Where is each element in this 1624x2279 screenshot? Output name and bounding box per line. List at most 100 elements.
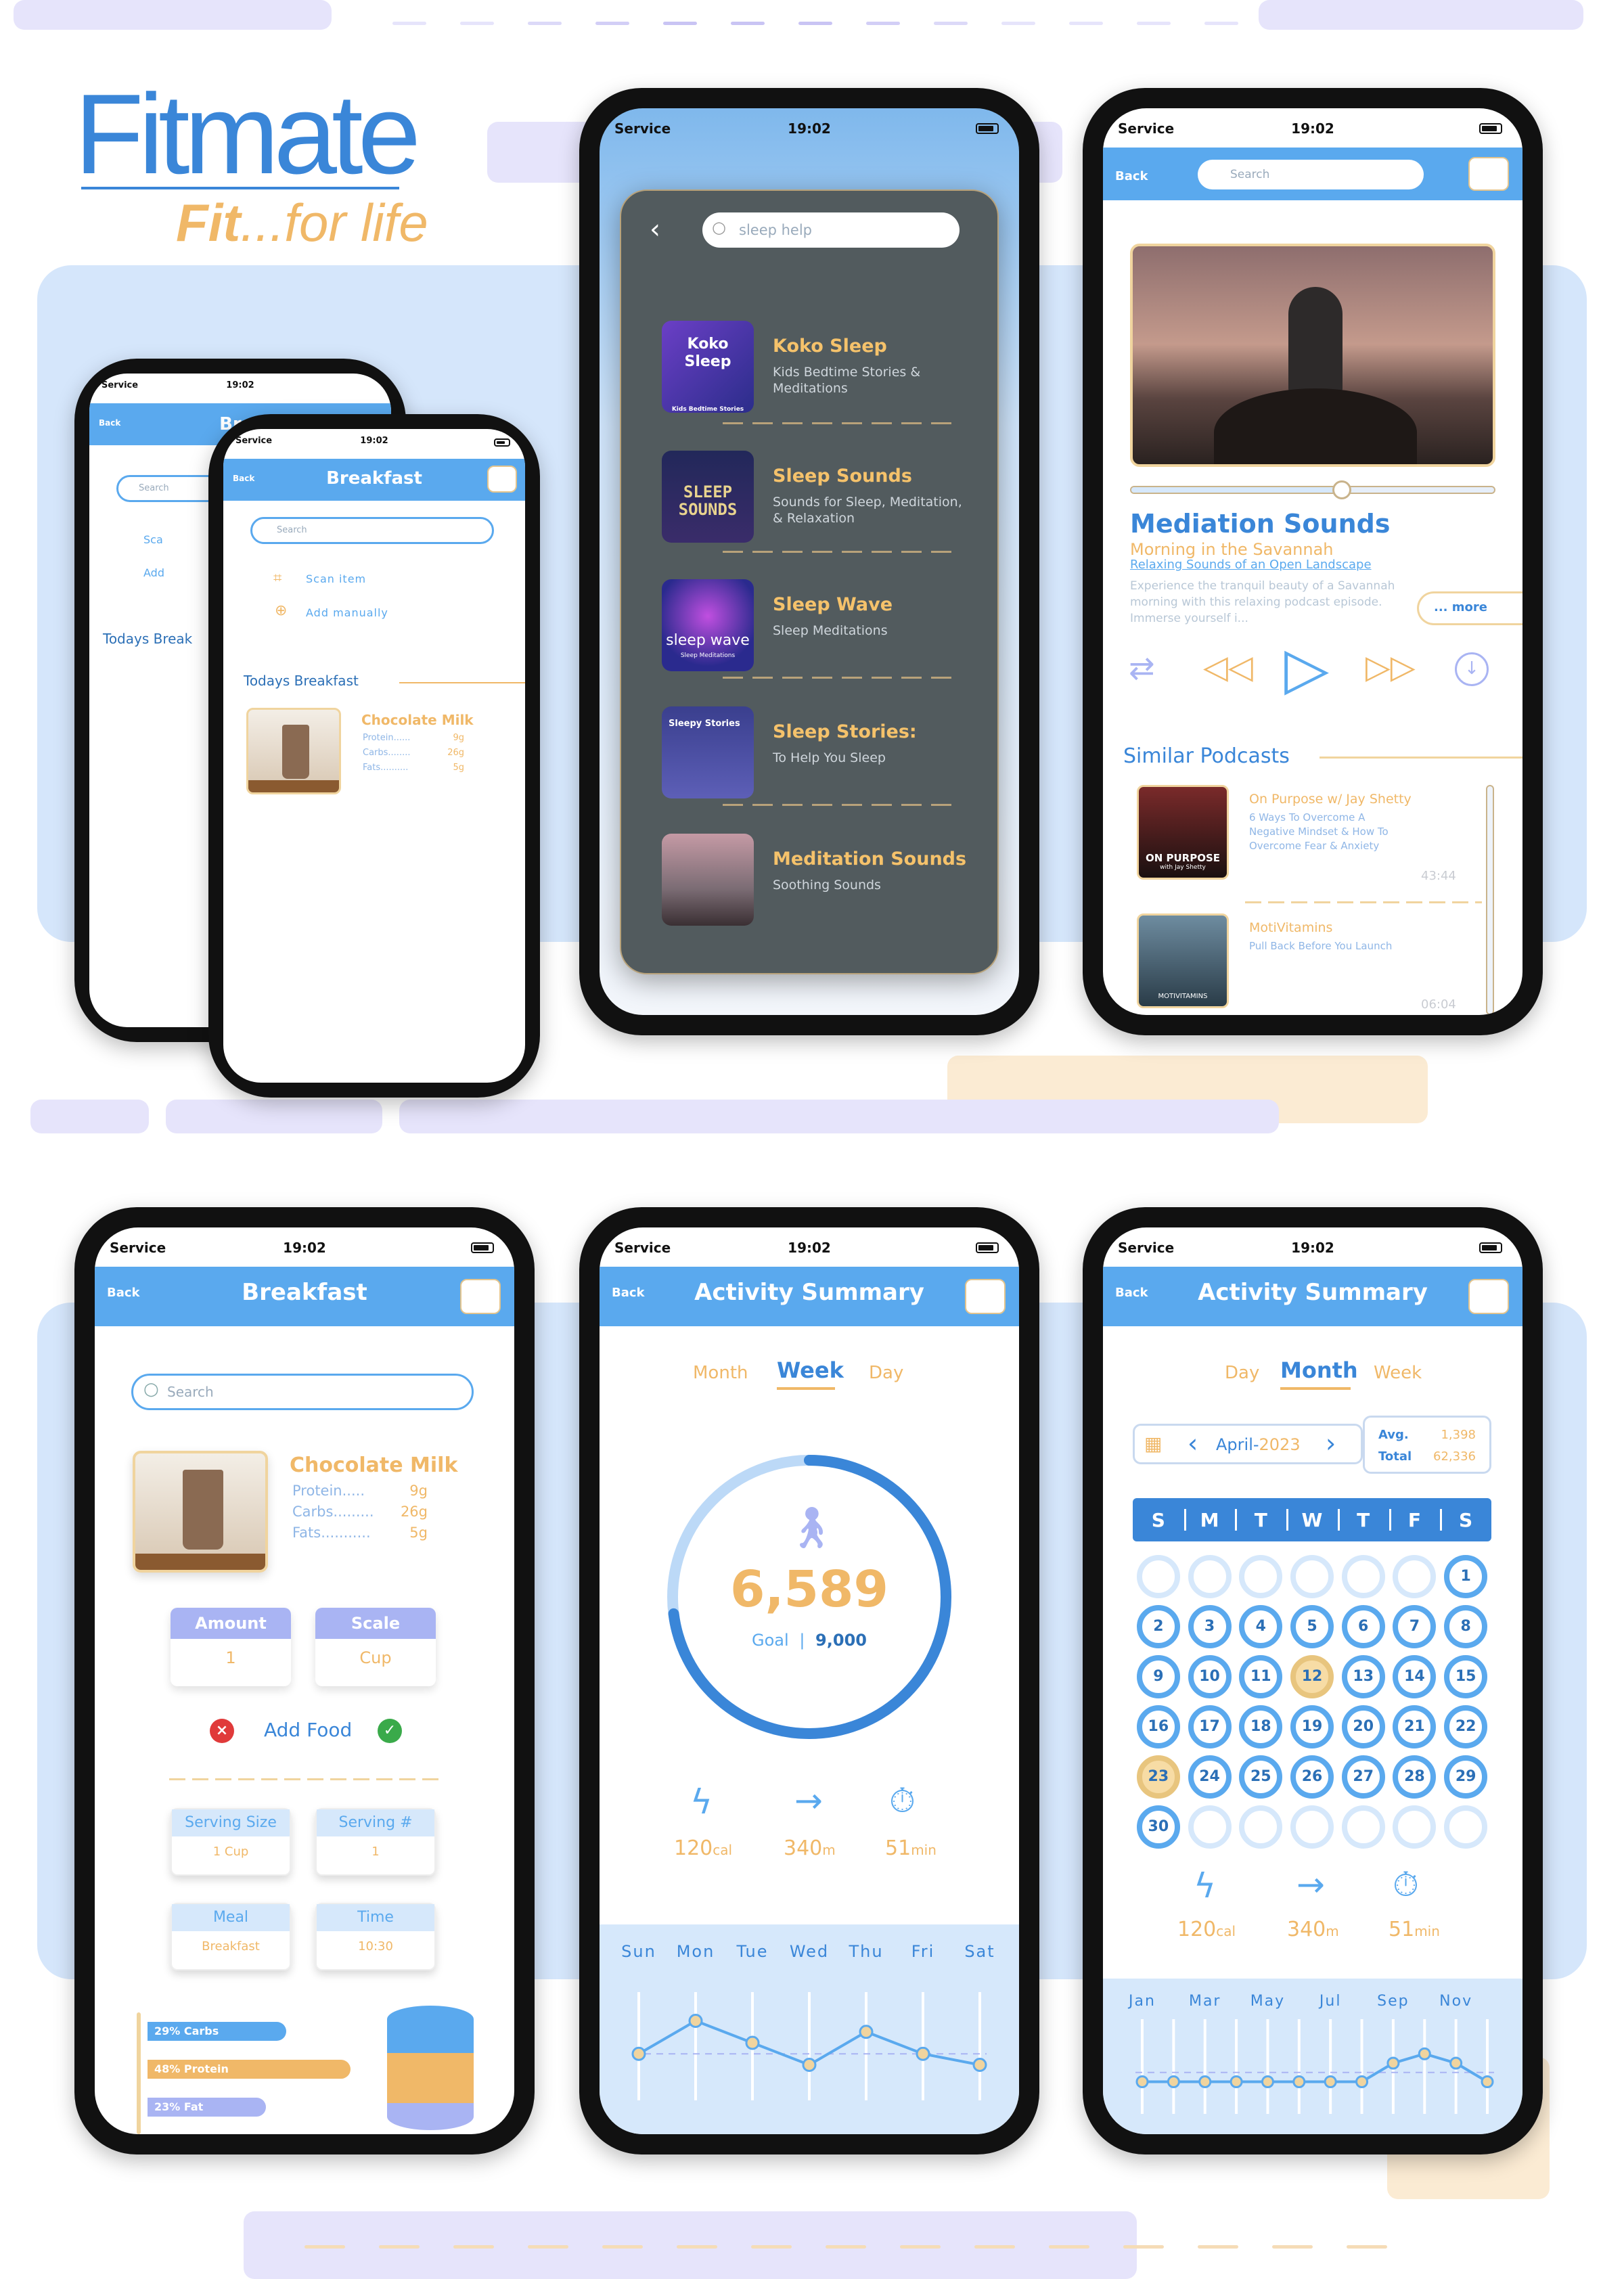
time-field[interactable]: Time 10:30 [315, 1903, 436, 1970]
food-image[interactable] [246, 708, 341, 794]
list-item-subtitle: To Help You Sleep [773, 750, 886, 765]
data-point [1292, 2075, 1306, 2088]
confirm-icon[interactable]: ✓ [378, 1719, 402, 1743]
activity-icon[interactable]: ⚐ [1468, 1279, 1509, 1314]
progress-slider[interactable] [1130, 480, 1495, 499]
list-item[interactable]: ON PURPOSE with Jay Shetty On Purpose w/ … [1137, 785, 1475, 900]
calendar-day[interactable]: 26 [1290, 1755, 1334, 1799]
tab-month[interactable]: Month [1280, 1357, 1358, 1383]
calendar-day[interactable]: 10 [1188, 1655, 1232, 1698]
back-button[interactable]: Back [99, 418, 120, 428]
list-item[interactable]: Sleepy Stories Sleep Stories: To Help Yo… [662, 698, 970, 800]
calendar-day[interactable]: 16 [1136, 1705, 1180, 1748]
scale-label: Scale [315, 1608, 436, 1639]
timer-icon: ⏱︎ [1393, 1865, 1419, 1904]
calendar-day[interactable]: 30 [1136, 1805, 1180, 1849]
calendar-day[interactable]: 28 [1393, 1755, 1437, 1799]
data-point [1324, 2075, 1337, 2088]
add-food-label[interactable]: Add Food [264, 1719, 352, 1741]
tab-month[interactable]: Month [693, 1363, 748, 1383]
list-item-subtitle: Kids Bedtime Stories & Meditations [773, 365, 921, 396]
calendar-day[interactable]: 12 [1290, 1655, 1334, 1698]
play-icon[interactable]: ▷ [1284, 635, 1329, 702]
meal-field[interactable]: Meal Breakfast [171, 1903, 291, 1970]
calendar-day[interactable]: 29 [1444, 1755, 1488, 1799]
repeat-icon[interactable]: ⇄ [1129, 650, 1155, 686]
tick-label: Jan [1127, 1993, 1156, 2010]
back-chevron-icon[interactable]: ‹ [650, 214, 660, 245]
search-input[interactable]: Search [1198, 160, 1424, 189]
activity-icon[interactable]: ⚐ [965, 1279, 1006, 1314]
status-time: 19:02 [360, 436, 388, 446]
data-point [631, 2046, 646, 2061]
distance-value: 340 [784, 1836, 823, 1860]
more-button[interactable]: ... more [1417, 591, 1522, 625]
scan-item-link[interactable]: Scan item [306, 572, 366, 585]
prev-month-icon[interactable]: ‹ [1188, 1428, 1198, 1458]
logo-underline [81, 187, 399, 189]
tab-week[interactable]: Week [777, 1357, 844, 1383]
download-icon[interactable]: ↓ [1455, 652, 1489, 686]
calendar-day[interactable]: 2 [1136, 1605, 1180, 1648]
scan-item-link[interactable]: Sca [143, 533, 163, 546]
calendar-day[interactable]: 27 [1341, 1755, 1385, 1799]
weekday-label: S [1459, 1509, 1473, 1531]
calendar-day[interactable]: 11 [1239, 1655, 1283, 1698]
tab-day[interactable]: Day [869, 1363, 903, 1383]
calendar-day[interactable]: 20 [1341, 1705, 1385, 1748]
calendar-day[interactable]: 19 [1290, 1705, 1334, 1748]
protein-label: Protein...... [363, 733, 411, 743]
goal-row: Goal | 9,000 [752, 1631, 867, 1650]
calendar-day[interactable]: 21 [1393, 1705, 1437, 1748]
calendar-day[interactable]: 25 [1239, 1755, 1283, 1799]
list-item[interactable]: Meditation Sounds Soothing Sounds [662, 826, 970, 927]
list-item[interactable]: sleep wave Sleep Meditations Sleep Wave S… [662, 571, 970, 673]
avatar-icon[interactable]: ☺ [1468, 157, 1509, 191]
calendar-day[interactable]: 5 [1290, 1605, 1334, 1648]
calendar-day[interactable]: 15 [1444, 1655, 1488, 1698]
add-manually-link[interactable]: Add [143, 566, 164, 579]
tab-week[interactable]: Week [1374, 1363, 1422, 1383]
serving-number-field[interactable]: Serving # 1 [315, 1808, 436, 1876]
list-item[interactable]: MOTIVITAMINS MotiVitamins Pull Back Befo… [1137, 913, 1475, 1015]
calendar-day[interactable]: 18 [1239, 1705, 1283, 1748]
calendar-day[interactable]: 1 [1444, 1555, 1488, 1598]
divider [723, 551, 957, 553]
calendar-day[interactable]: 6 [1341, 1605, 1385, 1648]
rewind-icon[interactable]: ◁◁ [1203, 648, 1253, 686]
calendar-day[interactable]: 22 [1444, 1705, 1488, 1748]
tab-day[interactable]: Day [1225, 1363, 1259, 1383]
list-item[interactable]: Koko Sleep Kids Bedtime Stories Koko Slee… [662, 313, 970, 414]
calendar-day[interactable]: 9 [1136, 1655, 1180, 1698]
calendar-day[interactable]: 23 [1136, 1755, 1180, 1799]
calendar-day[interactable]: 7 [1393, 1605, 1437, 1648]
calendar-day[interactable]: 4 [1239, 1605, 1283, 1648]
search-input[interactable]: Search [250, 517, 494, 544]
amount-field[interactable]: Amount 1 [171, 1608, 291, 1686]
sleep-sounds-art: SLEEP SOUNDS [662, 451, 754, 543]
scrollbar[interactable] [1486, 785, 1494, 1015]
podcast-title: On Purpose w/ Jay Shetty [1249, 792, 1412, 807]
calendar-day[interactable]: 3 [1188, 1605, 1232, 1648]
next-month-icon[interactable]: › [1326, 1428, 1336, 1458]
calendar-day[interactable]: 14 [1393, 1655, 1437, 1698]
avatar-icon[interactable]: ☺ [460, 1279, 501, 1314]
calendar-day[interactable]: 17 [1188, 1705, 1232, 1748]
slider-thumb[interactable] [1332, 480, 1351, 499]
search-input[interactable]: Search [131, 1374, 474, 1410]
back-button[interactable]: Back [1115, 169, 1148, 183]
serving-size-field[interactable]: Serving Size 1 Cup [171, 1808, 291, 1876]
month-selector[interactable]: ▦ ‹ April-2023 › [1133, 1424, 1363, 1464]
cancel-icon[interactable]: × [210, 1719, 234, 1743]
calendar-day[interactable]: 24 [1188, 1755, 1232, 1799]
calendar-day[interactable]: 8 [1444, 1605, 1488, 1648]
fast-forward-icon[interactable]: ▷▷ [1366, 648, 1416, 686]
list-item[interactable]: SLEEP SOUNDS Sleep Sounds Sounds for Sle… [662, 443, 970, 544]
art-subtitle: Sleep Meditations [680, 652, 736, 659]
status-time: 19:02 [283, 1240, 326, 1256]
calendar-day[interactable]: 13 [1341, 1655, 1385, 1698]
scale-field[interactable]: Scale Cup [315, 1608, 436, 1686]
add-manually-link[interactable]: Add manually [306, 606, 388, 619]
sleep-search-input[interactable]: sleep help [702, 212, 960, 248]
avatar-icon[interactable]: ☺ [487, 466, 517, 493]
